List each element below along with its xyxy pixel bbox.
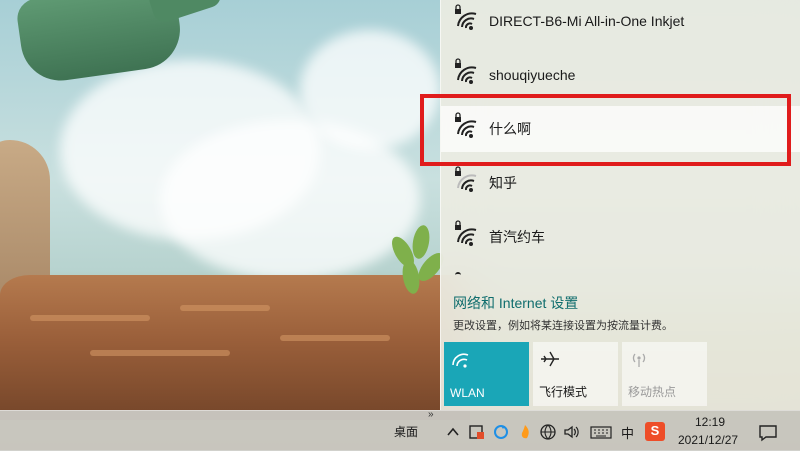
desktop-toolbar-label[interactable]: 桌面 [394,423,418,440]
network-name: 知乎 [489,175,517,191]
toolbar-overflow-icon[interactable]: » [428,409,434,420]
wlan-tile[interactable]: WLAN [444,342,529,406]
ime-mode-indicator[interactable]: 中 [621,423,634,442]
mobile-hotspot-tile[interactable]: 移动热点 [622,342,707,406]
network-item-direct-b6[interactable]: DIRECT-B6-Mi All-in-One Inkjet [441,0,800,47]
plant-illustration [385,215,449,305]
show-hidden-icons-icon[interactable] [444,423,462,441]
network-name: shouqiyueche [489,67,576,83]
highlight-box [420,94,791,166]
cloud [300,30,440,150]
tile-label: 移动热点 [628,385,677,399]
taskbar: 桌面 中 S 12:19 2021/12/27 [0,410,800,451]
secured-wifi-icon [455,166,477,192]
airplane-mode-tile[interactable]: 飞行模式 [533,342,618,406]
network-name: 首汽约车 [489,229,545,245]
volume-icon[interactable] [563,423,581,441]
airplane-icon [541,351,559,367]
secured-wifi-icon [455,220,477,246]
secured-wifi-icon [455,4,477,30]
flame-app-icon[interactable] [516,423,534,441]
clock-date[interactable]: 2021/12/27 [678,433,738,447]
action-center-icon[interactable] [758,423,778,443]
globe-network-icon[interactable] [539,423,557,441]
sogou-ime-icon[interactable]: S [645,422,665,441]
clock-time[interactable]: 12:19 [695,415,725,429]
network-item-shouqiyueche-cn[interactable]: 首汽约车 [441,211,800,263]
keyboard-icon[interactable] [590,423,612,441]
network-name: DIRECT-B6-Mi All-in-One Inkjet [489,13,685,29]
tile-label: WLAN [450,386,485,400]
partial-network-item [455,272,461,280]
app-tray-icon[interactable] [468,423,486,441]
sync-icon[interactable] [492,423,510,441]
hotspot-icon [632,353,646,367]
tile-label: 飞行模式 [539,385,588,399]
network-settings-link[interactable]: 网络和 Internet 设置 [453,293,578,313]
wifi-icon [452,353,469,368]
secured-wifi-icon [455,58,477,84]
network-settings-description: 更改设置，例如将某连接设置为按流量计费。 [453,320,673,332]
